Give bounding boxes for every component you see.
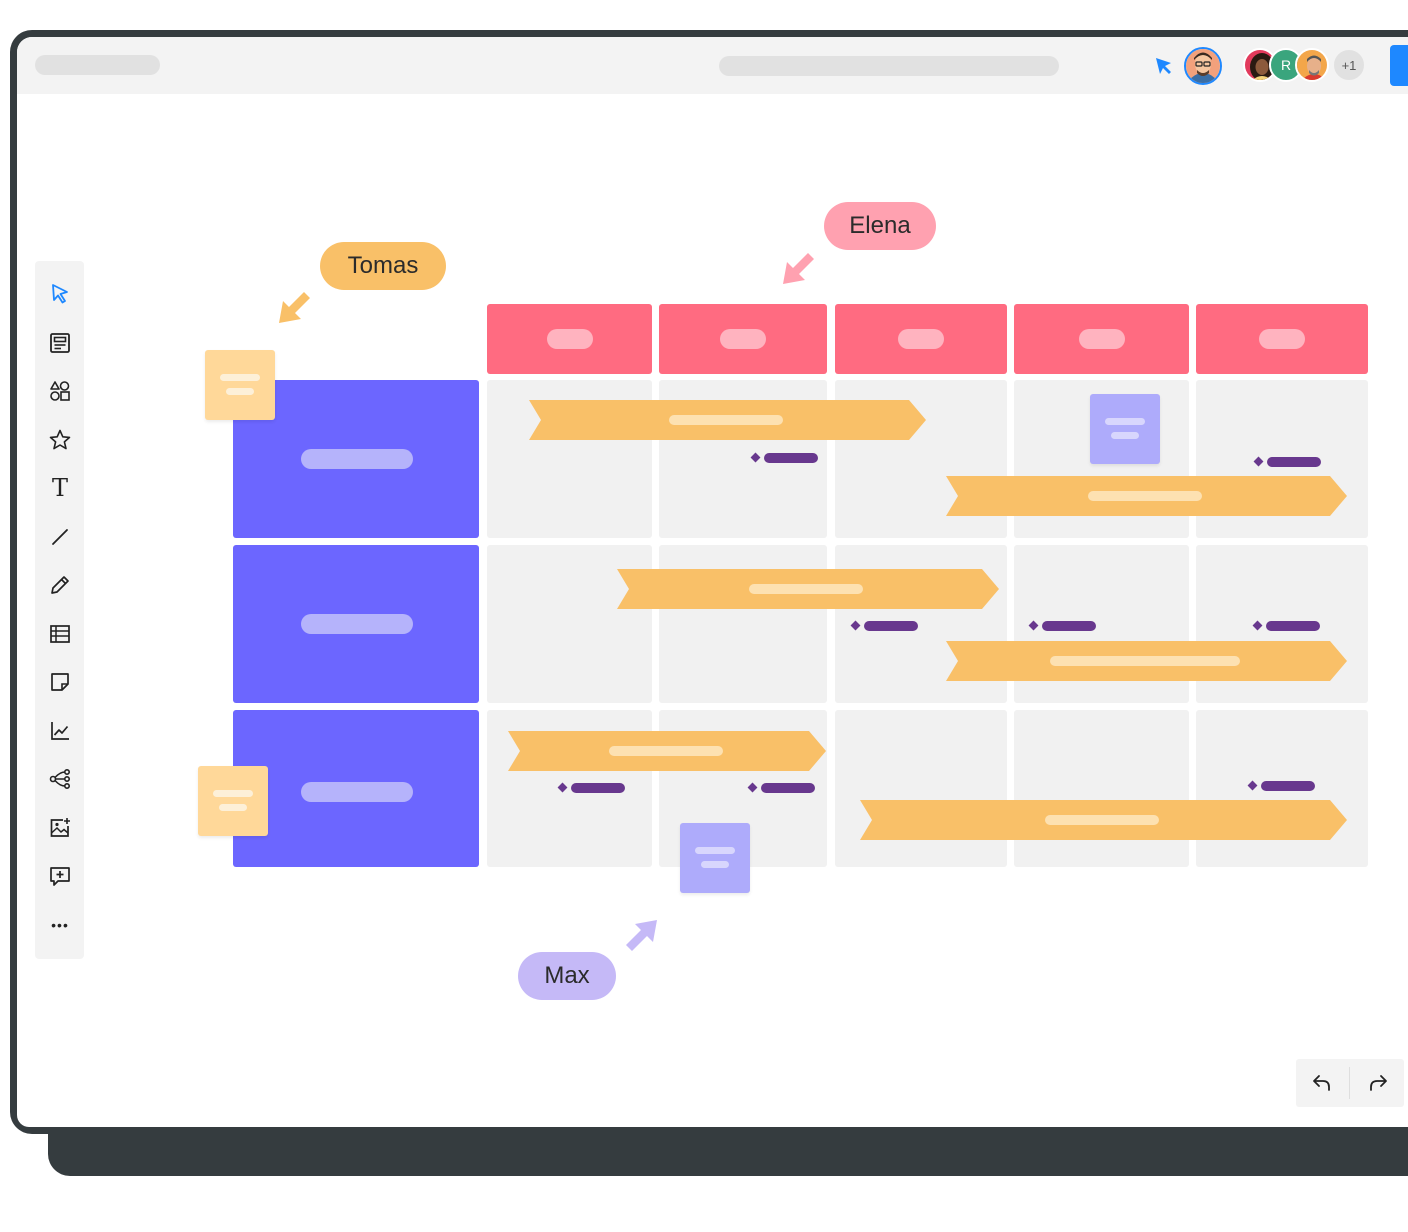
row-header[interactable] [233, 710, 479, 867]
star-icon[interactable] [47, 427, 73, 453]
milestone-label-placeholder [764, 453, 818, 463]
column-header-label-placeholder [720, 329, 766, 349]
select-icon[interactable] [47, 281, 73, 307]
current-user-avatar[interactable] [1184, 47, 1222, 85]
timeline-bar[interactable] [529, 400, 926, 440]
image-add-icon[interactable] [47, 815, 73, 841]
cursor-name-tag-max: Max [518, 952, 616, 1000]
sticky-note-icon[interactable] [47, 669, 73, 695]
sticky-note-line-placeholder [701, 861, 729, 868]
milestone-label-placeholder [1266, 621, 1320, 631]
timeline-bar-label-placeholder [1088, 491, 1202, 501]
milestone-diamond-icon [750, 452, 761, 463]
sticky-note-line-placeholder [219, 804, 247, 811]
milestone-label-placeholder [864, 621, 918, 631]
more-icon[interactable]: ••• [47, 912, 73, 938]
milestone-marker[interactable] [1028, 620, 1098, 631]
sticky-note-line-placeholder [1111, 432, 1139, 439]
milestone-marker[interactable] [747, 782, 817, 793]
sticky-note-line-placeholder [213, 790, 253, 797]
timeline-bar[interactable] [508, 731, 826, 771]
sticky-note-line-placeholder [695, 847, 735, 854]
sticky-note-line-placeholder [226, 388, 254, 395]
column-header-label-placeholder [546, 329, 593, 349]
grid-cell[interactable] [835, 710, 1007, 867]
sticky-note-line-placeholder [1105, 418, 1145, 425]
milestone-label-placeholder [1042, 621, 1096, 631]
mindmap-icon[interactable] [47, 766, 73, 792]
pointer-arrow-icon [1156, 58, 1171, 74]
shapes-icon[interactable] [47, 378, 73, 404]
sticky-note[interactable] [1090, 394, 1160, 464]
cursor-name-tag-tomas: Tomas [320, 242, 446, 290]
divider [1349, 1067, 1350, 1099]
timeline-bar[interactable] [946, 641, 1347, 681]
timeline-bar-label-placeholder [749, 584, 863, 594]
timeline-bar-label-placeholder [1045, 815, 1159, 825]
column-header[interactable] [835, 304, 1007, 374]
milestone-marker[interactable] [850, 620, 920, 631]
column-header-label-placeholder [1259, 329, 1305, 349]
cursor-arrow-icon [783, 253, 814, 284]
milestone-marker[interactable] [1252, 620, 1322, 631]
cursor-arrow-icon [626, 920, 657, 951]
column-header[interactable] [1196, 304, 1368, 374]
chart-icon[interactable] [47, 718, 73, 744]
milestone-diamond-icon [1247, 780, 1258, 791]
comment-add-icon[interactable] [47, 863, 73, 889]
undo-icon[interactable] [1310, 1071, 1334, 1095]
row-header-label-placeholder [301, 614, 413, 634]
redo-icon[interactable] [1366, 1071, 1390, 1095]
cursor-arrow-icon [279, 292, 310, 323]
timeline-bar[interactable] [860, 800, 1347, 840]
milestone-label-placeholder [1261, 781, 1315, 791]
timeline-bar-label-placeholder [669, 415, 783, 425]
column-header[interactable] [1014, 304, 1189, 374]
whiteboard-screen: R +1 T ••• Tomas Elena Max [17, 37, 1408, 1127]
milestone-diamond-icon [1253, 456, 1264, 467]
milestone-label-placeholder [761, 783, 815, 793]
milestone-diamond-icon [557, 782, 568, 793]
grid-cell[interactable] [1014, 710, 1189, 867]
column-header[interactable] [487, 304, 652, 374]
timeline-bar-label-placeholder [609, 746, 723, 756]
milestone-marker[interactable] [557, 782, 627, 793]
top-bar: R +1 [17, 37, 1408, 94]
milestone-diamond-icon [1252, 620, 1263, 631]
milestone-label-placeholder [571, 783, 625, 793]
left-toolbar: T ••• [35, 261, 84, 959]
milestone-diamond-icon [747, 782, 758, 793]
column-header[interactable] [659, 304, 827, 374]
share-button[interactable] [1390, 45, 1408, 86]
template-icon[interactable] [47, 330, 73, 356]
timeline-bar-label-placeholder [1050, 656, 1240, 666]
pen-icon[interactable] [47, 572, 73, 598]
cursor-name-tag-elena: Elena [824, 202, 936, 250]
line-icon[interactable] [47, 524, 73, 550]
text-icon[interactable]: T [47, 474, 73, 502]
timeline-bar[interactable] [617, 569, 999, 609]
sticky-note[interactable] [680, 823, 750, 893]
undo-redo-group [1296, 1059, 1404, 1107]
board-title-placeholder[interactable] [35, 55, 160, 75]
milestone-label-placeholder [1267, 457, 1321, 467]
board-tabs-placeholder[interactable] [719, 56, 1059, 76]
milestone-diamond-icon [1028, 620, 1039, 631]
milestone-marker[interactable] [1253, 456, 1323, 467]
row-header-label-placeholder [301, 781, 413, 802]
row-header[interactable] [233, 545, 479, 703]
column-header-label-placeholder [898, 329, 944, 349]
sticky-note[interactable] [198, 766, 268, 836]
timeline-bar[interactable] [946, 476, 1347, 516]
milestone-marker[interactable] [750, 452, 820, 463]
row-header-label-placeholder [301, 449, 413, 469]
sticky-note[interactable] [205, 350, 275, 420]
milestone-diamond-icon [850, 620, 861, 631]
column-header-label-placeholder [1078, 329, 1125, 349]
table-icon[interactable] [47, 621, 73, 647]
collaborator-avatar-2[interactable] [1295, 48, 1329, 82]
more-collaborators-badge[interactable]: +1 [1332, 48, 1366, 82]
milestone-marker[interactable] [1247, 780, 1317, 791]
sticky-note-line-placeholder [220, 374, 260, 381]
